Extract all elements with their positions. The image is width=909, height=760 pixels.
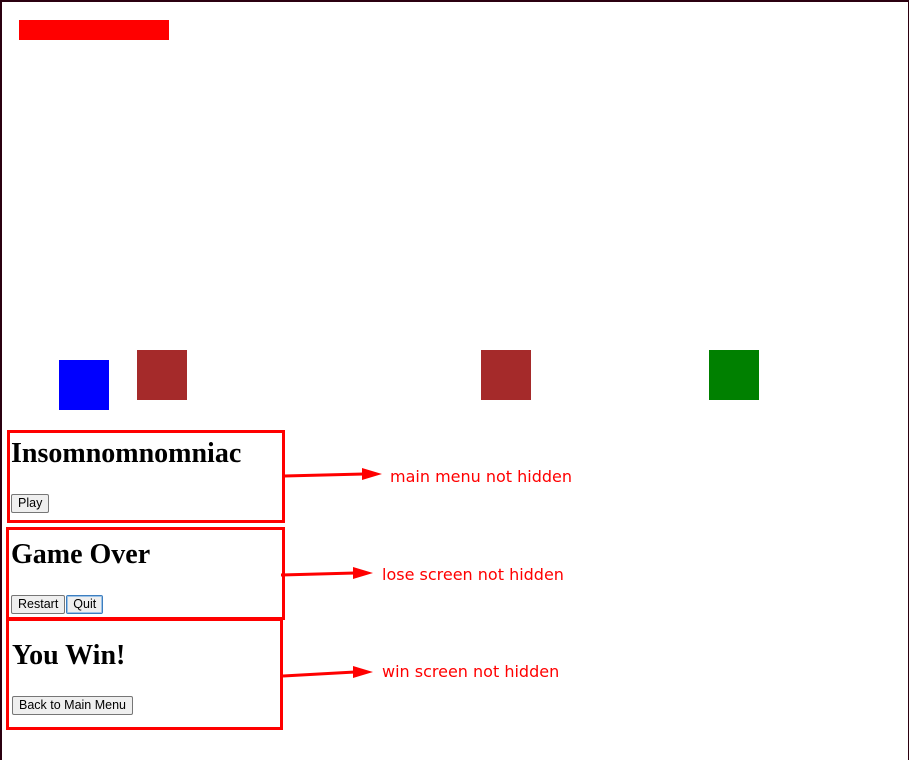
annotation-main-menu: main menu not hidden [390,467,573,486]
arrow-right-icon [280,567,373,579]
health-bar [19,20,169,40]
annotation-win-screen: win screen not hidden [382,662,560,681]
annotation-lose-screen: lose screen not hidden [382,565,564,584]
win-screen-highlight-box [6,618,283,730]
enemy-square [137,350,187,400]
player-square [59,360,109,410]
main-menu-highlight-box [7,430,285,523]
lose-screen-highlight-box [6,527,285,620]
arrow-right-icon [282,666,373,678]
goal-square [709,350,759,400]
arrow-right-icon [283,468,382,480]
game-stage: Insomnomnomniac Play Game Over Restart Q… [0,0,909,760]
enemy-square [481,350,531,400]
